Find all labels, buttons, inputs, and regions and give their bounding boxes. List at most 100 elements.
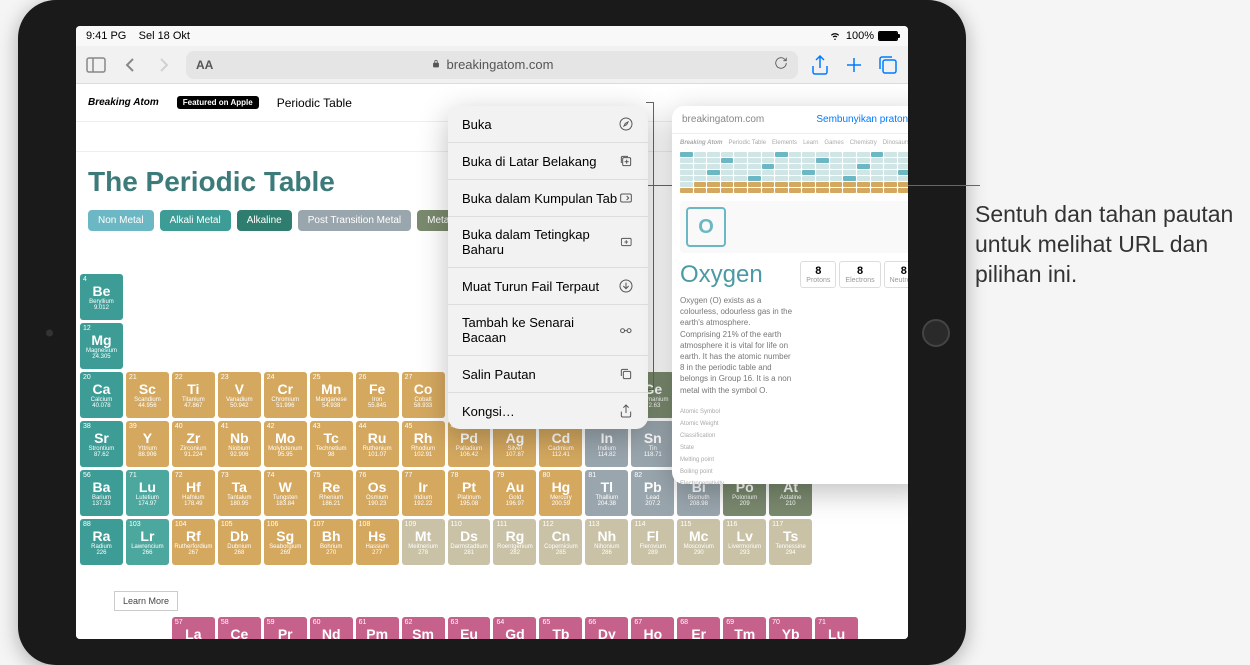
element-cell[interactable]: 103LrLawrencium266 [126,519,169,565]
element-cell[interactable]: 20CaCalcium40.078 [80,372,123,418]
element-cell[interactable]: 115McMoscovium290 [677,519,720,565]
tabs-button[interactable] [876,53,900,77]
element-cell[interactable]: 71LuLutetium174.97 [126,470,169,516]
element-cell[interactable]: 25MnManganese54.938 [310,372,353,418]
link-preview-popup[interactable]: breakingatom.com Sembunyikan pratonton B… [672,106,908,484]
element-cell[interactable]: 116LvLivermorium293 [723,519,766,565]
element-cell[interactable]: 110DsDarmstadtium281 [448,519,491,565]
element-cell[interactable]: 62SmSamarium150.36 [402,617,445,639]
element-cell[interactable]: 57LaLanthanum138.905 [172,617,215,639]
context-menu-item[interactable]: Buka dalam Tetingkap Baharu [448,217,648,268]
element-cell[interactable]: 114FlFlerovium289 [631,519,674,565]
element-cell[interactable]: 61PmPromethium145 [356,617,399,639]
callout-text: Sentuh dan tahan pautan untuk melihat UR… [975,200,1235,290]
element-cell[interactable]: 24CrChromium51.996 [264,372,307,418]
element-cell[interactable]: 72HfHafnium178.49 [172,470,215,516]
element-cell[interactable]: 40ZrZirconium91.224 [172,421,215,467]
element-cell[interactable]: 68ErErbium167.259 [677,617,720,639]
preview-stats: 8Protons8Electrons8Neutrons [800,261,908,288]
element-cell[interactable]: 39YYttrium88.906 [126,421,169,467]
url-text: breakingatom.com [447,57,554,72]
tabs-plus-icon [618,153,634,169]
context-menu-item[interactable]: Kongsi… [448,393,648,429]
element-cell[interactable]: 41NbNiobium92.906 [218,421,261,467]
element-cell[interactable]: 108HsHassium277 [356,519,399,565]
home-button[interactable] [922,319,950,347]
element-cell[interactable]: 23VVanadium50.942 [218,372,261,418]
element-cell[interactable]: 107BhBohrium270 [310,519,353,565]
element-cell[interactable]: 21ScScandium44.956 [126,372,169,418]
legend-item[interactable]: Post Transition Metal [298,210,411,231]
lock-icon [431,57,441,72]
element-cell[interactable]: 109MtMeitnerium278 [402,519,445,565]
element-cell[interactable]: 63EuEuropium151.964 [448,617,491,639]
share-button[interactable] [808,53,832,77]
menu-item-label: Muat Turun Fail Terpaut [462,279,599,294]
element-cell[interactable]: 44RuRuthenium101.07 [356,421,399,467]
learn-more-button[interactable]: Learn More [114,591,178,611]
legend-item[interactable]: Alkali Metal [160,210,231,231]
element-cell[interactable]: 66DyDysprosium162.5 [585,617,628,639]
context-menu-item[interactable]: Salin Pautan [448,356,648,393]
legend-item[interactable]: Non Metal [88,210,154,231]
element-cell[interactable]: 12MgMagnesium24.305 [80,323,123,369]
element-cell[interactable]: 79AuGold196.97 [493,470,536,516]
element-cell[interactable]: 22TiTitanium47.867 [172,372,215,418]
element-cell[interactable]: 67HoHolmium164.93 [631,617,674,639]
element-cell[interactable]: 70YbYtterbium173.045 [769,617,812,639]
new-tab-button[interactable] [842,53,866,77]
preview-content: Breaking Atom Periodic Table Elements Le… [672,134,908,484]
element-cell[interactable]: 104RfRutherfordium267 [172,519,215,565]
context-menu-item[interactable]: Buka di Latar Belakang [448,143,648,180]
element-cell[interactable]: 73TaTantalum180.95 [218,470,261,516]
hide-preview-button[interactable]: Sembunyikan pratonton [816,114,908,125]
element-cell[interactable]: 64GdGadolinium157.25 [493,617,536,639]
element-cell[interactable]: 45RhRhodium102.91 [402,421,445,467]
element-cell[interactable]: 59PrPraseodymium140.908 [264,617,307,639]
element-cell[interactable]: 75ReRhenium186.21 [310,470,353,516]
element-cell[interactable]: 76OsOsmium190.23 [356,470,399,516]
status-date: Sel 18 Okt [139,30,190,42]
text-size-button[interactable]: AA [196,58,213,72]
context-menu-item[interactable]: Muat Turun Fail Terpaut [448,268,648,305]
reload-button[interactable] [774,56,788,73]
element-cell[interactable]: 81TlThallium204.38 [585,470,628,516]
element-cell[interactable]: 26FeIron55.845 [356,372,399,418]
element-cell[interactable]: 74WTungsten183.84 [264,470,307,516]
element-cell[interactable]: 60NdNeodymium144.242 [310,617,353,639]
element-cell[interactable]: 78PtPlatinum195.08 [448,470,491,516]
preview-url: breakingatom.com [682,114,764,125]
element-cell[interactable]: 117TsTennessine294 [769,519,812,565]
back-button[interactable] [118,53,142,77]
element-cell[interactable]: 56BaBarium137.33 [80,470,123,516]
element-cell[interactable]: 38SrStrontium87.62 [80,421,123,467]
element-cell[interactable]: 27CoCobalt58.933 [402,372,445,418]
element-cell[interactable]: 77IrIridium192.22 [402,470,445,516]
element-cell[interactable]: 43TcTechnetium98 [310,421,353,467]
element-cell[interactable]: 112CnCopernicium285 [539,519,582,565]
element-cell[interactable]: 113NhNihonium286 [585,519,628,565]
element-cell[interactable]: 111RgRoentgenium282 [493,519,536,565]
element-cell[interactable]: 82PbLead207.2 [631,470,674,516]
legend-item[interactable]: Alkaline [237,210,292,231]
element-cell[interactable]: 106SgSeaborgium269 [264,519,307,565]
element-cell[interactable]: 71LuLutetium174.967 [815,617,858,639]
status-time-date: 9:41 PG Sel 18 Okt [86,30,190,42]
context-menu-item[interactable]: Buka [448,106,648,143]
sidebar-button[interactable] [84,53,108,77]
element-cell[interactable]: 80HgMercury200.59 [539,470,582,516]
element-cell[interactable]: 88RaRadium226 [80,519,123,565]
element-cell[interactable]: 105DbDubnium268 [218,519,261,565]
element-cell[interactable]: 4BeBeryllium9.012 [80,274,123,320]
element-cell[interactable]: 58CeCerium140.116 [218,617,261,639]
site-logo[interactable]: Breaking Atom [88,98,159,108]
context-menu-item[interactable]: Tambah ke Senarai Bacaan [448,305,648,356]
element-cell[interactable]: 65TbTerbium158.925 [539,617,582,639]
context-menu-item[interactable]: Buka dalam Kumpulan Tab [448,180,648,217]
address-bar[interactable]: AA breakingatom.com [186,51,798,79]
element-cell[interactable]: 42MoMolybdenum95.95 [264,421,307,467]
nav-periodic-table[interactable]: Periodic Table [277,96,352,110]
new-window-icon [619,234,634,250]
element-cell[interactable]: 69TmThulium168.934 [723,617,766,639]
forward-button[interactable] [152,53,176,77]
